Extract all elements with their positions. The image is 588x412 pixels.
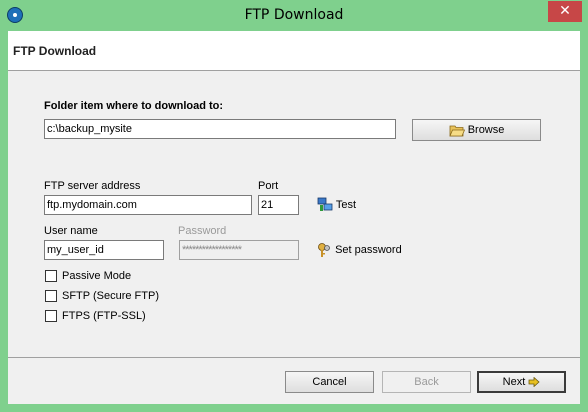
folder-open-icon <box>449 125 465 136</box>
page-title: FTP Download <box>13 44 97 58</box>
ftps-checkbox[interactable] <box>45 310 57 322</box>
browse-label: Browse <box>467 124 505 136</box>
wizard-header: FTP Download <box>8 31 580 71</box>
arrow-right-icon <box>528 377 540 388</box>
cancel-button[interactable]: Cancel <box>285 371 374 393</box>
next-button[interactable]: Next <box>477 371 566 393</box>
dialog-client-area: FTP Download Folder item where to downlo… <box>8 31 580 404</box>
test-label: Test <box>335 199 357 211</box>
test-button[interactable]: Test <box>317 196 356 214</box>
username-input[interactable]: my_user_id <box>44 240 164 260</box>
next-label: Next <box>502 376 526 388</box>
ftp-download-window: FTP Download ✕ FTP Download Folder item … <box>0 0 588 412</box>
folder-label: Folder item where to download to: <box>44 100 224 112</box>
password-label: Password <box>178 225 227 237</box>
sftp-label[interactable]: SFTP (Secure FTP) <box>62 290 159 302</box>
back-button: Back <box>382 371 471 393</box>
password-input: ****************** <box>179 240 299 260</box>
footer-divider <box>8 357 580 358</box>
keys-icon <box>318 243 330 258</box>
port-label: Port <box>258 180 279 192</box>
server-address-input[interactable]: ftp.mydomain.com <box>44 195 252 215</box>
port-input[interactable]: 21 <box>258 195 299 215</box>
passive-mode-checkbox[interactable] <box>45 270 57 282</box>
close-button[interactable]: ✕ <box>548 1 582 22</box>
network-computers-icon <box>317 197 333 212</box>
folder-input[interactable]: c:\backup_mysite <box>44 119 396 139</box>
ftps-label[interactable]: FTPS (FTP-SSL) <box>62 310 146 322</box>
passive-mode-label[interactable]: Passive Mode <box>62 270 131 282</box>
set-password-label: Set password <box>335 244 402 256</box>
sftp-checkbox[interactable] <box>45 290 57 302</box>
browse-button[interactable]: Browse <box>412 119 541 141</box>
set-password-button[interactable]: Set password <box>317 241 402 259</box>
server-label: FTP server address <box>44 180 141 192</box>
title-bar[interactable]: FTP Download ✕ <box>0 0 588 31</box>
window-title: FTP Download <box>244 7 344 23</box>
username-label: User name <box>44 225 98 237</box>
